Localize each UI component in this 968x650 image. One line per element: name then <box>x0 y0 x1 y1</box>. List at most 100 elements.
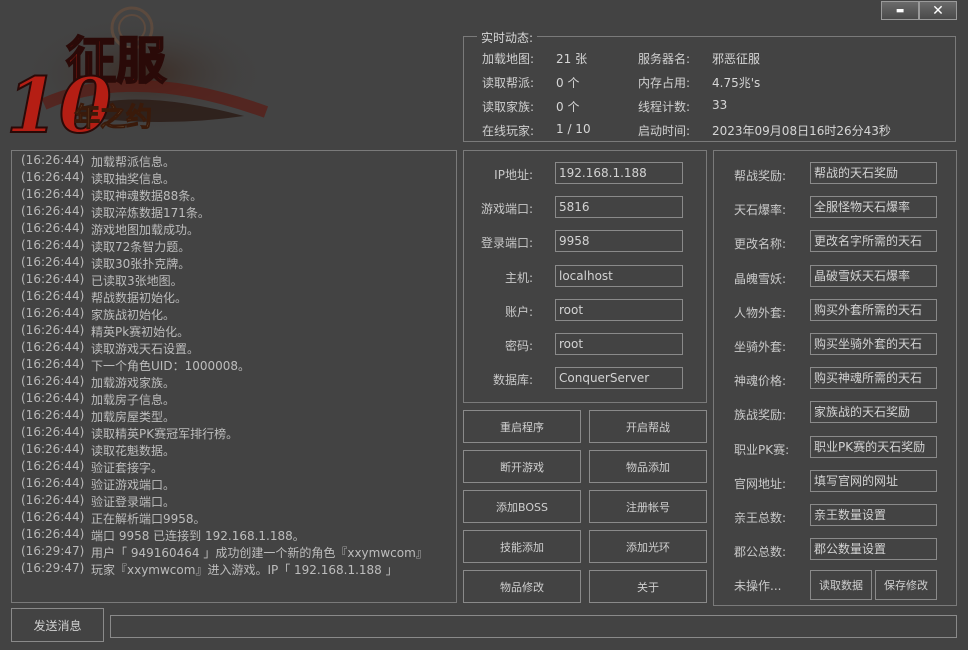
stat-label-threads: 线程计数: <box>638 100 691 114</box>
log-time: (16:26:44) <box>21 289 85 303</box>
log-message: 家族战初始化。 <box>91 308 176 322</box>
log-message: 加载房子信息。 <box>91 393 176 407</box>
add-aura-button[interactable]: 添加光环 <box>589 530 707 563</box>
reward-input-rename[interactable]: 更改名字所需的天石 <box>810 230 937 253</box>
reward-input-stone-drop[interactable]: 全服怪物天石爆率 <box>810 196 937 219</box>
log-message: 精英Pk赛初始化。 <box>91 325 190 339</box>
log-time: (16:26:44) <box>21 323 85 337</box>
minimize-button[interactable]: ▬ <box>881 1 919 20</box>
db-label-account: 账户: <box>504 304 533 319</box>
log-time: (16:26:44) <box>21 204 85 218</box>
log-line: (16:26:44) 读取精英PK赛冠军排行榜。 <box>21 425 238 441</box>
log-message: 加载房屋类型。 <box>91 410 176 424</box>
stat-value-server: 邪恶征服 <box>712 52 761 66</box>
db-input-host[interactable]: localhost <box>555 264 683 287</box>
log-message: 加载帮派信息。 <box>91 155 176 169</box>
reward-label-soul-price: 神魂价格: <box>734 374 787 389</box>
db-label-password: 密码: <box>504 339 533 353</box>
db-input-login-port[interactable]: 9958 <box>555 230 683 253</box>
log-line: (16:29:47) 玩家『xxymwcom』进入游戏。IP「 192.168.1… <box>21 561 398 577</box>
log-time: (16:26:44) <box>21 425 85 439</box>
reward-label-website: 官网地址: <box>734 476 787 491</box>
reward-input-family-war[interactable]: 家族战的天石奖励 <box>810 401 937 424</box>
log-line: (16:26:44) 端口 9958 已连接到 192.168.1.188。 <box>21 527 305 543</box>
log-line: (16:26:44) 加载房屋类型。 <box>21 408 175 424</box>
log-line: (16:26:44) 读取游戏天石设置。 <box>21 340 199 356</box>
log-time: (16:26:44) <box>21 391 85 405</box>
log-line: (16:29:47) 用户「 949160464 」成功创建一个新的角色『xxym… <box>21 544 428 560</box>
reward-label-guild-war: 帮战奖励: <box>734 169 787 183</box>
log-time: (16:26:44) <box>21 272 85 286</box>
about-button[interactable]: 关于 <box>589 570 707 603</box>
status-legend: 实时动态: <box>477 29 538 46</box>
restart-button[interactable]: 重启程序 <box>463 410 581 443</box>
read-data-button[interactable]: 读取数据 <box>810 570 872 600</box>
reward-input-mount-outfit[interactable]: 购买坐骑外套的天石 <box>810 333 937 355</box>
game-logo: 征服 10 年之约 <box>5 6 269 144</box>
reward-input-duke-count[interactable]: 郡公数量设置 <box>810 538 937 561</box>
db-input-game-port[interactable]: 5816 <box>555 196 683 219</box>
reward-input-website[interactable]: 填写官网的网址 <box>810 469 937 492</box>
log-time: (16:26:44) <box>21 476 85 490</box>
db-label-host: 主机: <box>504 270 533 285</box>
db-input-database[interactable]: ConquerServer <box>555 367 683 390</box>
disconnect-button[interactable]: 断开游戏 <box>463 450 581 483</box>
log-message: 游戏地图加载成功。 <box>91 223 200 237</box>
reward-input-class-pk[interactable]: 职业PK赛的天石奖励 <box>810 435 937 458</box>
save-changes-button[interactable]: 保存修改 <box>875 570 937 600</box>
log-panel[interactable]: (16:26:44) 加载帮派信息。 (16:26:44) 读取抽奖信息。 (16:26… <box>11 150 457 603</box>
log-line: (16:26:44) 精英Pk赛初始化。 <box>21 323 189 339</box>
reward-input-soul-price[interactable]: 购买神魂所需的天石 <box>810 367 937 390</box>
reward-label-rename: 更改名称: <box>734 237 787 252</box>
log-line: (16:26:44) 帮战数据初始化。 <box>21 289 187 305</box>
db-input-ip[interactable]: 192.168.1.188 <box>555 162 683 184</box>
edit-item-button[interactable]: 物品修改 <box>463 570 581 603</box>
log-line: (16:26:44) 加载房子信息。 <box>21 391 175 407</box>
reward-input-snow-demon[interactable]: 晶破雪妖天石爆率 <box>810 264 937 287</box>
log-message: 读取30张扑克牌。 <box>91 257 191 271</box>
send-message-button[interactable]: 发送消息 <box>11 608 104 642</box>
db-label-database: 数据库: <box>492 373 533 388</box>
reward-label-snow-demon: 晶魄雪妖: <box>734 271 787 286</box>
log-line: (16:26:44) 验证套接字。 <box>21 459 163 475</box>
register-account-button[interactable]: 注册帐号 <box>589 490 707 523</box>
reward-input-guild-war[interactable]: 帮战的天石奖励 <box>810 162 937 184</box>
reward-label-outfit: 人物外套: <box>734 305 787 320</box>
add-item-button[interactable]: 物品添加 <box>589 450 707 483</box>
stat-label-server: 服务器名: <box>638 52 691 66</box>
db-input-password[interactable]: root <box>555 333 683 355</box>
start-guild-war-button[interactable]: 开启帮战 <box>589 410 707 443</box>
log-message: 读取72条智力题。 <box>91 240 191 254</box>
stat-label-online: 在线玩家: <box>482 124 535 138</box>
reward-input-outfit[interactable]: 购买外套所需的天石 <box>810 298 937 321</box>
message-input[interactable] <box>110 615 957 638</box>
stat-value-threads: 33 <box>712 98 728 112</box>
log-line: (16:26:44) 正在解析端口9958。 <box>21 510 206 526</box>
log-time: (16:26:44) <box>21 221 85 235</box>
log-message: 验证套接字。 <box>91 461 164 475</box>
stat-label-guilds: 读取帮派: <box>482 76 535 90</box>
log-line: (16:26:44) 家族战初始化。 <box>21 306 175 322</box>
operation-status: 未操作... <box>734 579 782 593</box>
close-button[interactable]: ✕ <box>919 1 957 20</box>
stat-value-memory: 4.75兆's <box>712 76 761 90</box>
stat-label-maps: 加载地图: <box>482 52 535 66</box>
reward-label-duke-count: 郡公总数: <box>734 545 787 560</box>
log-message: 加载游戏家族。 <box>91 376 176 390</box>
log-time: (16:26:44) <box>21 442 85 456</box>
log-line: (16:26:44) 读取抽奖信息。 <box>21 170 175 186</box>
reward-label-mount-outfit: 坐骑外套: <box>734 340 787 354</box>
log-message: 正在解析端口9958。 <box>91 512 206 526</box>
log-message: 读取抽奖信息。 <box>91 172 176 186</box>
log-message: 读取游戏天石设置。 <box>91 342 200 356</box>
log-time: (16:26:44) <box>21 238 85 252</box>
log-line: (16:26:44) 读取30张扑克牌。 <box>21 255 190 271</box>
stat-value-families: 0 个 <box>556 100 580 114</box>
log-time: (16:26:44) <box>21 527 85 541</box>
stat-label-memory: 内存占用: <box>638 76 691 90</box>
add-skill-button[interactable]: 技能添加 <box>463 530 581 563</box>
db-input-account[interactable]: root <box>555 298 683 321</box>
log-message: 端口 9958 已连接到 192.168.1.188。 <box>91 529 305 543</box>
add-boss-button[interactable]: 添加BOSS <box>463 490 581 523</box>
reward-input-prince-count[interactable]: 亲王数量设置 <box>810 504 937 526</box>
